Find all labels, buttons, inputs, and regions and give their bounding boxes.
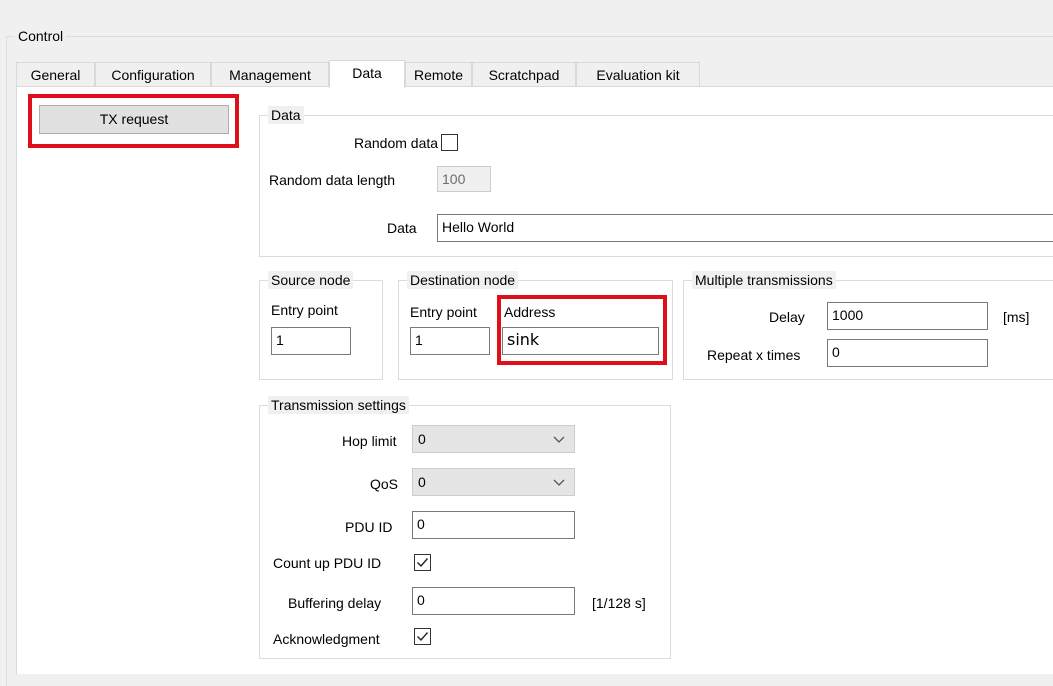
hop-limit-label: Hop limit <box>342 433 397 449</box>
random-data-length-label: Random data length <box>269 172 396 188</box>
destination-entry-point-field[interactable]: 1 <box>410 327 490 355</box>
tab-label: Data <box>352 65 382 81</box>
multiple-transmissions-title: Multiple transmissions <box>692 271 836 289</box>
qos-label: QoS <box>370 476 399 492</box>
data-field[interactable]: Hello World <box>437 214 1053 242</box>
tab-label: Remote <box>413 67 464 83</box>
tab-remote[interactable]: Remote <box>405 62 472 87</box>
random-data-label: Random data <box>354 135 439 151</box>
tx-request-highlight <box>28 94 239 148</box>
pdu-id-value: 0 <box>417 516 425 532</box>
delay-unit: [ms] <box>1003 309 1030 325</box>
tab-data[interactable]: Data <box>329 60 405 88</box>
hop-limit-value: 0 <box>418 431 426 447</box>
transmission-settings-title: Transmission settings <box>268 396 409 414</box>
count-up-pdu-id-label: Count up PDU ID <box>273 555 382 571</box>
acknowledgment-checkbox[interactable] <box>414 628 431 645</box>
repeat-field[interactable]: 0 <box>827 339 988 367</box>
data-label: Data <box>387 220 417 236</box>
destination-entry-point-label: Entry point <box>410 304 477 320</box>
tab-scratchpad[interactable]: Scratchpad <box>472 62 576 87</box>
repeat-label: Repeat x times <box>707 347 801 363</box>
chevron-down-icon <box>553 479 565 486</box>
qos-value: 0 <box>418 474 426 490</box>
acknowledgment-label: Acknowledgment <box>273 631 380 647</box>
tab-label: Configuration <box>111 67 195 83</box>
buffering-delay-unit: [1/128 s] <box>592 595 646 611</box>
random-data-checkbox[interactable] <box>441 134 458 151</box>
source-entry-point-field[interactable]: 1 <box>271 327 351 355</box>
buffering-delay-field[interactable]: 0 <box>412 587 575 615</box>
tab-label: General <box>30 67 81 83</box>
delay-label: Delay <box>769 309 805 325</box>
control-group-title: Control <box>15 27 67 45</box>
data-tab-panel: TX request Data Random data Random data … <box>16 86 1053 674</box>
random-data-length-field[interactable]: 100 <box>437 166 491 192</box>
tab-evaluation-kit[interactable]: Evaluation kit <box>576 62 700 87</box>
data-value: Hello World <box>442 219 515 235</box>
tab-label: Scratchpad <box>488 67 560 83</box>
pdu-id-field[interactable]: 0 <box>412 511 575 539</box>
tab-strip: General Configuration Management Data Re… <box>16 60 1053 88</box>
repeat-value: 0 <box>832 344 840 360</box>
buffering-delay-value: 0 <box>417 592 425 608</box>
tab-label: Evaluation kit <box>596 67 680 83</box>
source-node-title: Source node <box>268 271 354 289</box>
pdu-id-label: PDU ID <box>345 519 393 535</box>
checkmark-icon <box>417 558 429 568</box>
hop-limit-dropdown[interactable]: 0 <box>412 425 575 453</box>
tab-configuration[interactable]: Configuration <box>95 62 211 87</box>
count-up-pdu-id-checkbox[interactable] <box>414 554 431 571</box>
buffering-delay-label: Buffering delay <box>288 595 382 611</box>
checkmark-icon <box>417 632 429 642</box>
tab-management[interactable]: Management <box>211 62 329 87</box>
delay-value: 1000 <box>832 307 864 323</box>
destination-node-title: Destination node <box>407 271 519 289</box>
tab-general[interactable]: General <box>16 62 95 87</box>
destination-entry-point-value: 1 <box>415 332 423 348</box>
address-highlight <box>497 295 667 365</box>
random-data-length-value: 100 <box>442 171 466 187</box>
chevron-down-icon <box>553 436 565 443</box>
qos-dropdown[interactable]: 0 <box>412 468 575 496</box>
tab-label: Management <box>229 67 311 83</box>
source-entry-point-label: Entry point <box>271 302 338 318</box>
source-entry-point-value: 1 <box>276 332 284 348</box>
data-group-title: Data <box>268 106 304 124</box>
delay-field[interactable]: 1000 <box>827 302 988 330</box>
